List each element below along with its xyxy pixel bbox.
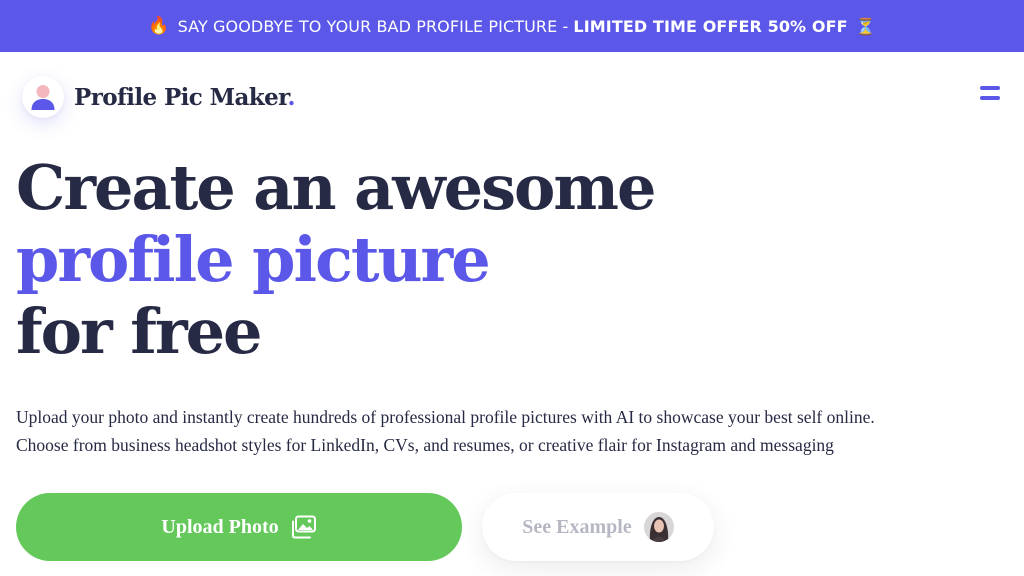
hamburger-menu-icon[interactable] [980, 86, 1000, 102]
see-example-button[interactable]: See Example [482, 493, 714, 561]
hero-headline: Create an awesome profile picture for fr… [16, 152, 1006, 368]
promo-offer: LIMITED TIME OFFER 50% OFF [573, 16, 848, 36]
headline-line-1: Create an awesome [16, 151, 656, 224]
hero-section: Create an awesome profile picture for fr… [16, 152, 1006, 368]
example-portrait-avatar [643, 512, 674, 542]
promo-text: SAY GOODBYE TO YOUR BAD PROFILE PICTURE … [177, 16, 569, 36]
headline-line-3: for free [16, 295, 263, 368]
description-line-2: Choose from business headshot styles for… [16, 435, 834, 455]
image-upload-icon [291, 515, 317, 539]
description-line-1: Upload your photo and instantly create h… [16, 407, 875, 427]
site-header: Profile Pic Maker. [0, 52, 1024, 140]
logo-text: Profile Pic Maker. [74, 83, 296, 111]
logo-dot: . [287, 83, 296, 111]
hourglass-icon: ⏳ [855, 16, 876, 36]
promo-banner: 🔥 SAY GOODBYE TO YOUR BAD PROFILE PICTUR… [0, 0, 1024, 52]
hero-description: Upload your photo and instantly create h… [16, 403, 1006, 459]
see-example-label: See Example [522, 515, 632, 538]
upload-photo-label: Upload Photo [161, 515, 279, 538]
fire-icon: 🔥 [148, 16, 170, 36]
headline-line-2: profile picture [16, 223, 491, 296]
logo-link[interactable]: Profile Pic Maker. [22, 76, 296, 118]
person-avatar-icon [22, 76, 64, 118]
upload-photo-button[interactable]: Upload Photo [16, 493, 462, 561]
